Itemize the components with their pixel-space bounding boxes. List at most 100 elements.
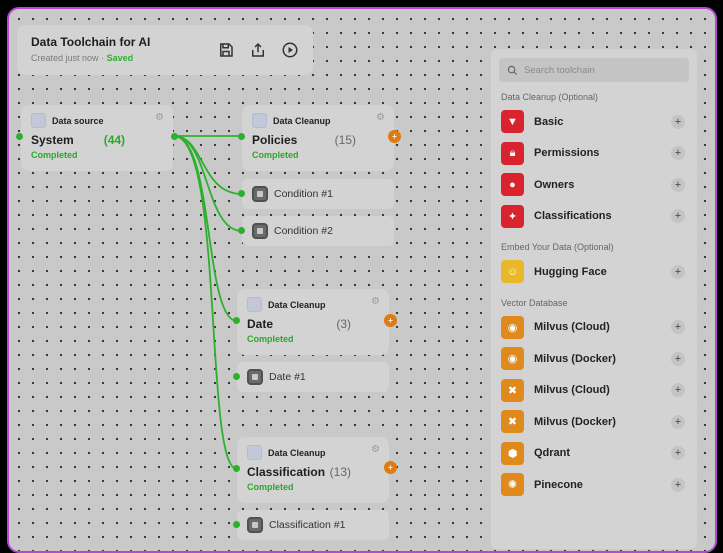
tool-qdrant[interactable]: ⬢ Qdrant + <box>499 438 689 470</box>
created-text: Created just now <box>31 53 99 63</box>
node-name: Policies <box>252 133 298 147</box>
eye-icon: ◉ <box>501 315 524 339</box>
date-node[interactable]: Data Cleanup ⚙ Date (3) Completed <box>237 289 389 355</box>
input-port[interactable] <box>238 227 245 234</box>
add-tool-button[interactable]: + <box>671 383 685 398</box>
tool-owners[interactable]: ● Owners + <box>499 169 689 201</box>
header-actions <box>217 41 299 59</box>
add-step-button[interactable]: + <box>384 461 397 474</box>
input-port[interactable] <box>233 465 240 472</box>
gear-icon[interactable]: ⚙ <box>371 296 380 307</box>
section-vector: Vector Database <box>501 297 568 308</box>
add-step-button[interactable]: + <box>384 314 397 327</box>
input-port[interactable] <box>238 133 245 140</box>
toolchain-header: Data Toolchain for AI Created just now ·… <box>17 25 313 75</box>
tool-label: Permissions <box>534 147 600 160</box>
search-input[interactable] <box>524 64 674 76</box>
tool-classifications[interactable]: ✦ Classifications + <box>499 201 689 233</box>
play-icon[interactable] <box>281 41 299 59</box>
embed-list: ☺ Hugging Face + <box>499 256 689 288</box>
sub-label: Date #1 <box>269 371 306 383</box>
add-tool-button[interactable]: + <box>671 477 685 492</box>
qdrant-icon: ⬢ <box>501 441 524 465</box>
add-step-button[interactable]: + <box>388 130 401 143</box>
search-icon <box>507 65 518 75</box>
tool-pinecone[interactable]: ✺ Pinecone + <box>499 469 689 501</box>
condition-icon <box>247 369 263 385</box>
date-1-item[interactable]: Date #1 <box>237 362 389 392</box>
data-source-node[interactable]: Data source ⚙ System (44) Completed <box>21 105 173 171</box>
user-icon: ● <box>501 173 524 197</box>
condition-icon <box>252 223 268 239</box>
saved-status: Saved <box>106 53 134 63</box>
node-type-label: Data Cleanup <box>268 447 326 458</box>
fish-icon: ✖ <box>501 378 524 402</box>
tool-permissions[interactable]: 🔒︎ Permissions + <box>499 138 689 170</box>
tool-label: Basic <box>534 115 564 128</box>
save-icon[interactable] <box>217 41 235 59</box>
cleanup-icon <box>247 297 262 312</box>
search-box[interactable] <box>499 58 689 82</box>
node-count: (3) <box>336 317 351 331</box>
classification-1-item[interactable]: Classification #1 <box>237 510 389 540</box>
add-tool-button[interactable]: + <box>671 351 685 366</box>
node-count: (44) <box>103 133 126 147</box>
add-tool-button[interactable]: + <box>671 446 685 461</box>
tool-label: Owners <box>534 178 575 191</box>
gear-icon[interactable]: ⚙ <box>371 444 380 455</box>
sub-label: Condition #1 <box>274 188 333 200</box>
section-cleanup: Data Cleanup (Optional) <box>501 92 599 102</box>
database-icon <box>31 113 46 128</box>
node-type-label: Data source <box>52 115 104 126</box>
tool-label: Classifications <box>534 210 612 223</box>
classification-node[interactable]: Data Cleanup ⚙ Classification (13) Comple… <box>237 437 389 503</box>
output-port[interactable] <box>171 133 178 140</box>
sub-label: Condition #2 <box>274 225 333 237</box>
node-name: Date <box>247 317 274 331</box>
add-tool-button[interactable]: + <box>671 146 685 161</box>
input-port[interactable] <box>233 317 240 324</box>
input-port[interactable] <box>238 190 245 197</box>
node-name: System <box>31 133 74 147</box>
condition-icon <box>252 186 268 202</box>
condition-2-item[interactable]: Condition #2 <box>242 216 394 246</box>
node-status: Completed <box>247 482 294 492</box>
separator: · <box>101 53 105 63</box>
add-tool-button[interactable]: + <box>671 320 685 335</box>
tool-milvus-docker-2[interactable]: ✖ Milvus (Docker) + <box>499 406 689 438</box>
node-status: Completed <box>252 150 299 160</box>
add-tool-button[interactable]: + <box>671 264 685 279</box>
section-embed: Embed Your Data (Optional) <box>501 242 614 252</box>
tool-label: Milvus (Cloud) <box>534 321 610 334</box>
policies-node[interactable]: Data Cleanup ⚙ Policies (15) Completed <box>242 105 394 171</box>
condition-1-item[interactable]: Condition #1 <box>242 179 394 209</box>
add-tool-button[interactable]: + <box>671 114 685 129</box>
fish-icon: ✖ <box>501 410 524 434</box>
gear-icon[interactable]: ⚙ <box>155 112 164 123</box>
cleanup-icon <box>252 113 267 128</box>
pinecone-icon: ✺ <box>501 473 524 497</box>
canvas[interactable]: Data Toolchain for AI Created just now ·… <box>7 7 717 553</box>
input-port[interactable] <box>16 133 23 140</box>
gear-icon[interactable]: ⚙ <box>376 112 385 123</box>
add-tool-button[interactable]: + <box>671 177 685 192</box>
toolchain-panel: Data Cleanup (Optional) ▼ Basic + 🔒︎ Per… <box>491 49 697 549</box>
share-icon[interactable] <box>249 41 267 59</box>
tool-milvus-docker[interactable]: ◉ Milvus (Docker) + <box>499 343 689 375</box>
eye-icon: ◉ <box>501 347 524 371</box>
tool-hugging-face[interactable]: ☺ Hugging Face + <box>499 256 689 288</box>
tool-label: Milvus (Docker) <box>534 352 616 365</box>
add-tool-button[interactable]: + <box>671 209 685 224</box>
tool-milvus-cloud[interactable]: ◉ Milvus (Cloud) + <box>499 312 689 344</box>
input-port[interactable] <box>233 373 240 380</box>
node-type-label: Data Cleanup <box>273 115 331 126</box>
tool-milvus-cloud-2[interactable]: ✖ Milvus (Cloud) + <box>499 375 689 407</box>
condition-icon <box>247 517 263 533</box>
tool-basic[interactable]: ▼ Basic + <box>499 106 689 138</box>
node-count: (13) <box>329 465 351 479</box>
input-port[interactable] <box>233 521 240 528</box>
node-name: Classification <box>247 465 326 479</box>
node-status: Completed <box>247 334 294 344</box>
filter-icon: ▼ <box>501 110 524 134</box>
add-tool-button[interactable]: + <box>671 414 685 429</box>
